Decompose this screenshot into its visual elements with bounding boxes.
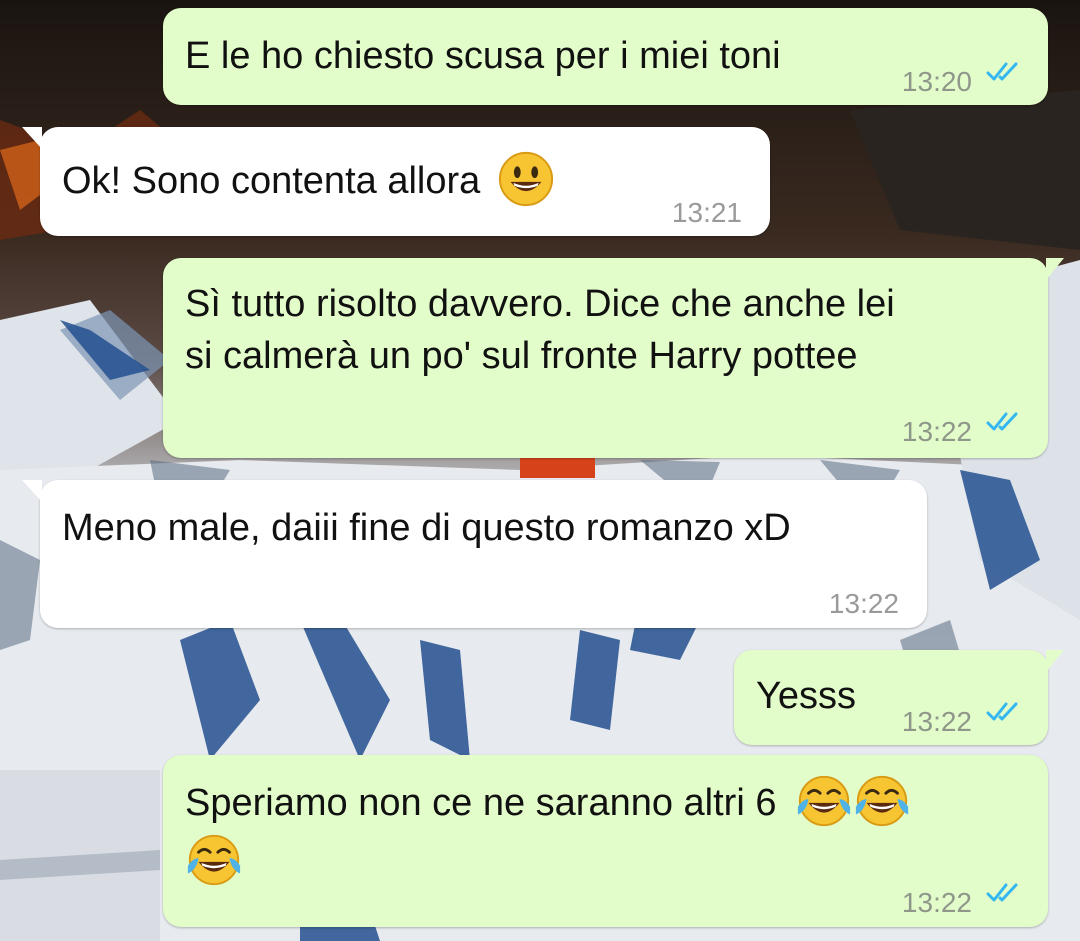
message-bubble-outgoing[interactable]: Sì tutto risolto davvero. Dice che anche…: [163, 258, 1064, 458]
message-text: Meno male, daiii fine di questo romanzo …: [62, 507, 791, 549]
message-text: Yesss: [756, 675, 856, 717]
read-receipt-icon: [986, 702, 1018, 721]
message-text: Ok! Sono contenta allora: [62, 151, 555, 208]
read-receipt-icon: [986, 412, 1018, 431]
read-receipt-icon: [986, 883, 1018, 902]
message-text: E le ho chiesto scusa per i miei toni: [185, 35, 781, 77]
smiling-face-emoji-icon: [498, 151, 553, 207]
message-bubble-outgoing[interactable]: E le ho chiesto scusa per i miei toni 13…: [163, 8, 1048, 105]
read-receipt-icon: [986, 62, 1018, 81]
message-bubble-outgoing[interactable]: Speriamo non ce ne saranno altri 6 13:22: [163, 755, 1048, 927]
message-time: 13:22: [901, 887, 972, 918]
bubble-tail: [22, 480, 42, 502]
bubble-tail: [1046, 650, 1064, 672]
message-time: 13:20: [901, 66, 972, 97]
message-bubble-outgoing[interactable]: Yesss 13:22: [734, 650, 1064, 745]
message-text: Speriamo non ce ne saranno altri 6: [185, 775, 911, 830]
message-text-line: si calmerà un po' sul fronte Harry potte…: [185, 335, 858, 377]
message-bubble-incoming[interactable]: Meno male, daiii fine di questo romanzo …: [22, 480, 927, 628]
message-time: 13:22: [828, 588, 899, 619]
message-time: 13:21: [671, 197, 742, 228]
message-text-line: [185, 829, 243, 889]
tears-of-joy-emoji-icon: [187, 834, 241, 886]
bubble-tail: [22, 127, 42, 149]
bubble-tail: [1046, 258, 1064, 280]
message-text-line: Sì tutto risolto davvero. Dice che anche…: [185, 283, 895, 325]
tears-of-joy-emoji-icon: [797, 775, 851, 827]
message-bubble-incoming[interactable]: Ok! Sono contenta allora 13:21: [22, 127, 770, 236]
message-time: 13:22: [901, 706, 972, 737]
message-time: 13:22: [901, 416, 972, 447]
tears-of-joy-emoji-icon: [855, 775, 909, 827]
